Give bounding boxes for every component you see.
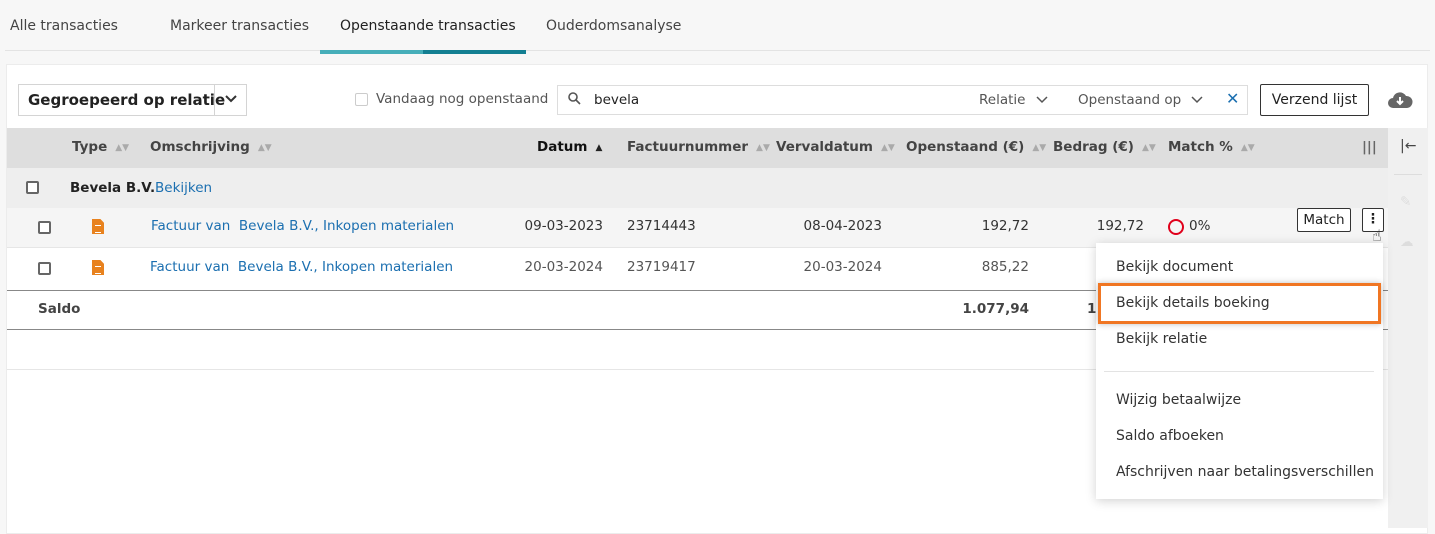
tab-ouderdomsanalyse[interactable]: Ouderdomsanalyse: [546, 18, 681, 34]
filter-relatie-label: Relatie: [979, 92, 1026, 108]
col-vervaldatum[interactable]: Vervaldatum ▲▼: [776, 139, 895, 155]
row-vervaldatum: 08-04-2023: [803, 218, 882, 234]
tab-alle-transacties[interactable]: Alle transacties: [10, 18, 118, 34]
filter-relatie[interactable]: Relatie: [979, 92, 1048, 108]
saldo-bedrag: 1: [1087, 301, 1097, 317]
row-datum: 20-03-2024: [524, 259, 603, 275]
filter-openstaand-op[interactable]: Openstaand op: [1078, 92, 1204, 108]
chevron-down-icon: [214, 85, 247, 115]
col-openstaand-label: Openstaand (€): [906, 139, 1025, 155]
group-row: [7, 168, 1388, 208]
col-type[interactable]: Type ▲▼: [72, 139, 129, 155]
active-tab-indicator: [320, 50, 526, 54]
match-ring-icon: [1168, 219, 1184, 235]
send-list-button[interactable]: Verzend lijst: [1260, 84, 1369, 116]
menu-item-wijzig-betaalwijze[interactable]: Wijzig betaalwijze: [1116, 392, 1241, 408]
sort-icon: ▲▼: [115, 143, 130, 153]
tab-divider: [5, 50, 1430, 51]
grouping-select[interactable]: Gegroepeerd op relatie: [18, 84, 247, 116]
col-type-label: Type: [72, 139, 108, 155]
col-omschrijving[interactable]: Omschrijving ▲▼: [150, 139, 272, 155]
today-open-checkbox[interactable]: [355, 93, 368, 106]
menu-item-bekijk-relatie[interactable]: Bekijk relatie: [1116, 331, 1207, 347]
desc-prefix: Factuur van: [150, 259, 230, 275]
col-bedrag[interactable]: Bedrag (€) ▲▼: [1053, 139, 1156, 155]
col-factuurnummer[interactable]: Factuurnummer ▲▼: [627, 139, 770, 155]
edit-icon[interactable]: ✎: [1400, 194, 1411, 210]
invoice-document-icon: [92, 219, 104, 234]
highlight-box: [1098, 283, 1381, 324]
menu-divider: [1104, 371, 1374, 372]
row-datum: 09-03-2023: [524, 218, 603, 234]
saldo-openstaand: 1.077,94: [962, 301, 1029, 317]
collapse-panel-icon[interactable]: |←: [1400, 138, 1416, 154]
sidebar-divider: [1394, 174, 1422, 175]
row-match: 0%: [1189, 218, 1211, 234]
cloud-icon[interactable]: ☁: [1400, 234, 1414, 250]
row-bedrag: 192,72: [1096, 218, 1144, 234]
search-bar: bevela Relatie Openstaand op ✕: [557, 85, 1248, 115]
row-description[interactable]: Factuur van Bevela B.V., Inkopen materia…: [150, 259, 453, 275]
sort-asc-icon: ▲: [595, 143, 603, 153]
row-vervaldatum: 20-03-2024: [803, 259, 882, 275]
sort-icon: ▲▼: [1032, 143, 1047, 153]
desc-text: Bevela B.V., Inkopen materialen: [237, 259, 454, 275]
context-menu: Bekijk document Bekijk details boeking B…: [1096, 243, 1383, 499]
match-button[interactable]: Match: [1297, 208, 1351, 232]
sort-icon: ▲▼: [756, 143, 770, 153]
saldo-label: Saldo: [38, 301, 81, 317]
col-datum-label: Datum: [537, 139, 588, 155]
col-omschrijving-label: Omschrijving: [150, 139, 250, 155]
row-factuurnummer: 23714443: [627, 218, 696, 234]
menu-item-bekijk-document[interactable]: Bekijk document: [1116, 259, 1233, 275]
desc-prefix: Factuur van: [151, 218, 231, 234]
col-match-label: Match %: [1168, 139, 1233, 155]
menu-item-afschrijven[interactable]: Afschrijven naar betalingsverschillen: [1116, 464, 1374, 480]
sort-icon: ▲▼: [257, 143, 272, 153]
invoice-document-icon: [92, 260, 104, 275]
sort-icon: ▲▼: [880, 143, 895, 153]
tab-markeer-transacties[interactable]: Markeer transacties: [170, 18, 309, 34]
group-name: Bevela B.V.: [70, 180, 156, 196]
row-openstaand: 885,22: [981, 259, 1029, 275]
col-factuurnummer-label: Factuurnummer: [627, 139, 749, 155]
group-checkbox[interactable]: [26, 181, 39, 194]
col-match[interactable]: Match % ▲▼: [1168, 139, 1255, 155]
grouping-value: Gegroepeerd op relatie: [28, 91, 226, 109]
chevron-down-icon: [1191, 96, 1204, 104]
sort-icon: ▲▼: [1240, 143, 1255, 153]
row-factuurnummer: 23719417: [627, 259, 696, 275]
col-datum[interactable]: Datum ▲: [537, 139, 602, 155]
right-sidebar: |← ✎ ☁: [1388, 128, 1428, 528]
columns-icon[interactable]: |||: [1362, 139, 1377, 155]
search-icon: [568, 92, 581, 109]
chevron-down-icon: [1036, 96, 1048, 104]
col-bedrag-label: Bedrag (€): [1053, 139, 1134, 155]
clear-search-icon[interactable]: ✕: [1226, 89, 1239, 108]
group-view-link[interactable]: Bekijken: [155, 180, 212, 196]
cloud-download-icon[interactable]: [1387, 90, 1413, 114]
desc-text: Bevela B.V., Inkopen materialen: [238, 218, 455, 234]
row-checkbox[interactable]: [38, 221, 51, 234]
filter-openstaand-label: Openstaand op: [1078, 92, 1182, 108]
row-checkbox[interactable]: [38, 262, 51, 275]
row-openstaand: 192,72: [981, 218, 1029, 234]
row-description[interactable]: Factuur van Bevela B.V., Inkopen materia…: [151, 218, 454, 234]
menu-item-saldo-afboeken[interactable]: Saldo afboeken: [1116, 428, 1224, 444]
tab-openstaande-transacties[interactable]: Openstaande transacties: [340, 18, 516, 34]
col-vervaldatum-label: Vervaldatum: [776, 139, 873, 155]
search-input[interactable]: bevela: [594, 92, 639, 108]
col-openstaand[interactable]: Openstaand (€) ▲▼: [906, 139, 1046, 155]
sort-icon: ▲▼: [1141, 143, 1156, 153]
today-open-label: Vandaag nog openstaand: [376, 91, 549, 107]
